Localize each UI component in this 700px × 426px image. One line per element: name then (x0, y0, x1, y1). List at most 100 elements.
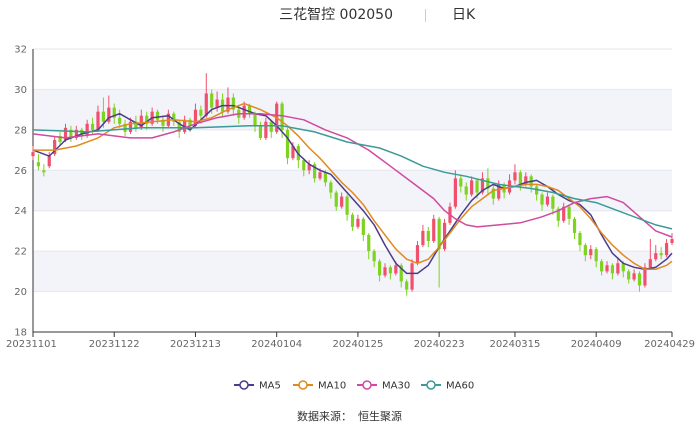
candle-body (659, 253, 663, 256)
kline-chart: 三花智控 002050 日K 18 20 22 24 26 28 30 32 20231101… (6, 7, 695, 423)
candle-body (545, 196, 550, 205)
candle-body (632, 273, 636, 280)
source-value: 恒生聚源 (358, 409, 402, 423)
candle-body (253, 113, 257, 126)
legend-label-ma10: MA10 (318, 381, 346, 392)
candle-body (264, 121, 268, 138)
candle-body (540, 194, 544, 205)
title-divider (425, 9, 426, 22)
candle-body (627, 271, 631, 280)
y-tick-label: 32 (14, 45, 27, 56)
candle-body (600, 261, 604, 272)
candle-body (388, 267, 393, 274)
candle-body (610, 265, 615, 274)
x-tick-label: 20240125 (332, 339, 383, 350)
y-tick-label: 18 (14, 328, 27, 339)
candle-body (350, 214, 355, 227)
candle-body (453, 178, 457, 207)
candle-body (269, 121, 273, 132)
candle-body (637, 273, 642, 286)
candle-body (323, 172, 328, 183)
candle-body (258, 125, 263, 138)
candle-body (664, 243, 669, 256)
x-tick-label: 20231122 (89, 339, 140, 350)
legend-marker-ma30 (362, 380, 372, 390)
plot-bands (33, 89, 672, 292)
candle-body (670, 239, 674, 244)
candle-body (47, 156, 51, 167)
legend-label-ma60: MA60 (446, 381, 474, 392)
candle-body (518, 172, 522, 185)
candle-body (475, 180, 479, 193)
x-axis: 20231101 20231122 20231213 20240104 20240125… (6, 331, 695, 350)
y-tick-label: 20 (14, 287, 27, 298)
chart-legend: MA5 MA10 MA30 MA60 (234, 380, 474, 392)
candle-body (459, 178, 463, 187)
y-tick-label: 22 (14, 247, 27, 258)
legend-label-ma30: MA30 (382, 381, 410, 392)
candle-body (394, 265, 398, 274)
x-tick-label: 20240429 (644, 339, 695, 350)
candle-body (367, 234, 371, 252)
candle-body (242, 105, 246, 118)
candle-body (583, 245, 587, 256)
x-tick-label: 20240223 (414, 339, 465, 350)
candle-body (594, 249, 598, 262)
candle-body (464, 186, 468, 195)
x-tick-label: 20240104 (251, 339, 302, 350)
plot-band (33, 251, 672, 292)
candle-body (85, 123, 89, 136)
chart-period: 日K (452, 7, 476, 23)
candle-body (204, 93, 208, 116)
y-tick-label: 24 (14, 206, 27, 217)
candle-body (36, 162, 41, 167)
candle-body (31, 152, 35, 157)
candle-body (432, 218, 436, 242)
candle-body (535, 186, 539, 195)
x-tick-label: 20231101 (6, 339, 57, 350)
candle-body (42, 170, 46, 173)
candle-body (372, 251, 376, 262)
candle-body (345, 196, 349, 215)
candle-body (470, 180, 474, 195)
candle-body (199, 109, 203, 116)
candle-body (410, 263, 414, 290)
candle-body (605, 265, 609, 272)
legend-marker-ma60 (426, 380, 436, 390)
y-tick-label: 26 (14, 166, 27, 177)
y-tick-label: 30 (14, 85, 27, 96)
candle-body (589, 249, 593, 256)
legend-marker-ma10 (298, 380, 308, 390)
candle-body (96, 111, 100, 130)
x-tick-label: 20240409 (571, 339, 622, 350)
candle-body (513, 172, 517, 181)
candle-body (329, 182, 333, 193)
candle-body (415, 245, 420, 264)
chart-header: 三花智控 002050 日K (279, 7, 476, 23)
x-tick-label: 20240315 (490, 339, 541, 350)
source-note: 数据来源： 恒生聚源 (297, 409, 402, 423)
candle-body (155, 111, 160, 120)
candle-body (578, 232, 582, 246)
candle-body (654, 253, 658, 260)
candle-body (90, 123, 95, 130)
candle-body (318, 172, 322, 179)
candle-body (101, 111, 105, 122)
candle-body (572, 218, 577, 233)
chart-title: 三花智控 002050 (279, 7, 393, 23)
x-tick-label: 20231213 (170, 339, 221, 350)
candle-body (567, 206, 571, 219)
candle-body (648, 259, 652, 268)
legend-marker-ma5 (239, 380, 249, 390)
candle-body (421, 230, 425, 246)
candle-body (383, 267, 387, 276)
candle-body (551, 196, 555, 209)
candle-body (210, 93, 214, 108)
candle-body (361, 218, 365, 235)
candle-body (377, 261, 382, 276)
candle-body (616, 263, 620, 274)
candle-body (405, 281, 409, 290)
legend-label-ma5: MA5 (259, 381, 281, 392)
source-label: 数据来源： (297, 409, 352, 423)
y-tick-label: 28 (14, 125, 27, 136)
